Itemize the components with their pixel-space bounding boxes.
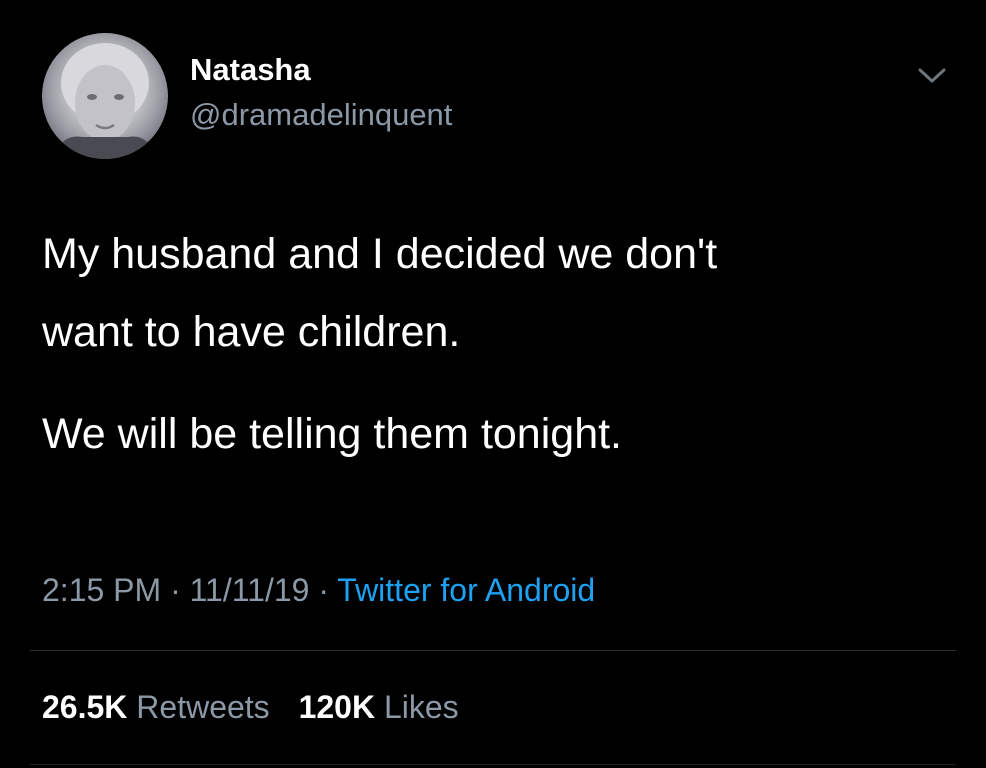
tweet-text-line-2: want to have children. bbox=[42, 308, 461, 356]
likes-label: Likes bbox=[383, 689, 459, 725]
tweet-text-line-1: My husband and I decided we don't bbox=[42, 230, 718, 278]
tweet-time[interactable]: 2:15 PM bbox=[42, 572, 161, 608]
chevron-down-icon[interactable] bbox=[914, 64, 950, 88]
author-handle[interactable]: @dramadelinquent bbox=[190, 95, 452, 135]
meta-separator: · bbox=[309, 572, 338, 608]
tweet-text-line-3: We will be telling them tonight. bbox=[42, 410, 622, 458]
divider bbox=[30, 650, 956, 651]
tweet-date[interactable]: 11/11/19 bbox=[190, 572, 310, 608]
tweet-stats: 26.5K Retweets 120K Likes bbox=[42, 685, 459, 729]
tweet-card: Natasha @dramadelinquent My husband and … bbox=[0, 0, 986, 768]
meta-separator: · bbox=[161, 572, 190, 608]
avatar[interactable] bbox=[42, 33, 168, 159]
divider bbox=[30, 764, 956, 765]
profile-photo-icon bbox=[52, 43, 158, 159]
retweets-label: Retweets bbox=[136, 689, 270, 725]
author-name[interactable]: Natasha bbox=[190, 50, 311, 90]
likes-count: 120K bbox=[298, 689, 376, 725]
retweets-count: 26.5K bbox=[42, 689, 128, 725]
tweet-meta: 2:15 PM · 11/11/19 · Twitter for Android bbox=[42, 568, 595, 612]
likes-stat[interactable]: 120K Likes bbox=[299, 689, 459, 725]
retweets-stat[interactable]: 26.5K Retweets bbox=[42, 689, 270, 725]
tweet-source-link[interactable]: Twitter for Android bbox=[337, 572, 595, 608]
